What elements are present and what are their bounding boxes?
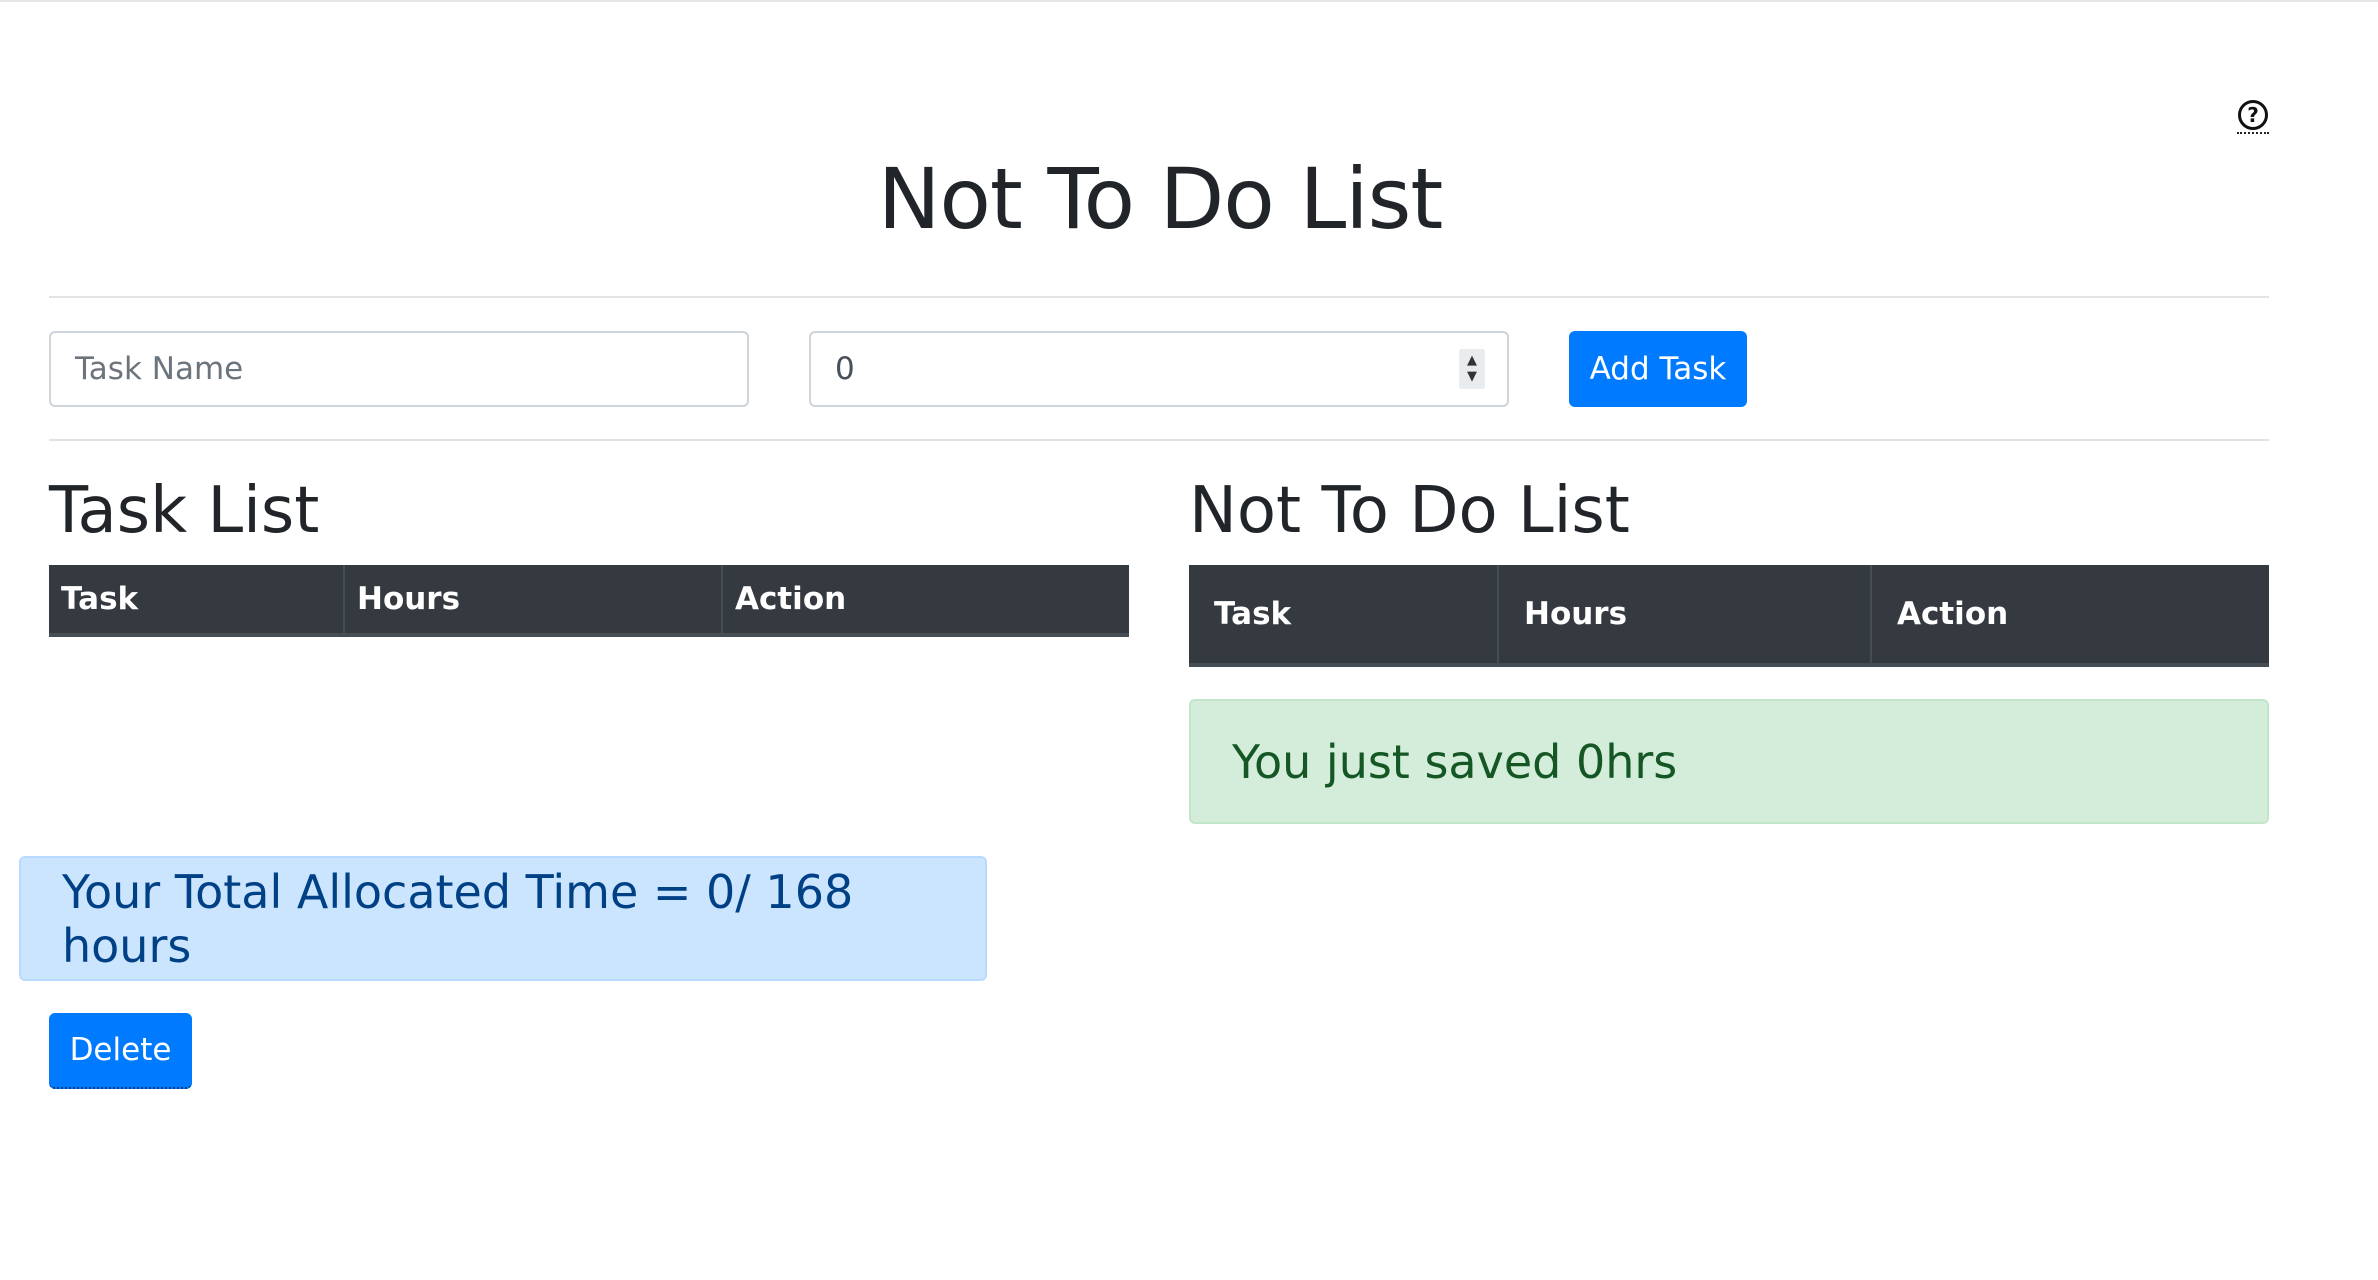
task-list-col-task: Task <box>49 565 345 637</box>
saved-hours-alert: You just saved 0hrs <box>1189 699 2269 824</box>
not-todo-list-title: Not To Do List <box>1189 474 1630 548</box>
delete-button[interactable]: Delete <box>49 1013 192 1089</box>
stepper-up-icon[interactable]: ▲ <box>1467 353 1477 369</box>
not-todo-col-task: Task <box>1189 565 1499 667</box>
not-todo-list-table: Task Hours Action <box>1189 565 2269 667</box>
task-name-input[interactable]: Task Name <box>49 331 749 407</box>
stepper-down-icon[interactable]: ▼ <box>1467 369 1477 385</box>
divider-middle <box>49 439 2269 441</box>
hours-value: 0 <box>835 351 855 387</box>
question-circle-icon: ? <box>2238 100 2268 130</box>
add-task-button[interactable]: Add Task <box>1569 331 1747 407</box>
not-todo-col-hours: Hours <box>1498 565 1872 667</box>
task-list-col-action: Action <box>722 565 1129 637</box>
divider-top <box>49 296 2269 298</box>
task-name-placeholder: Task Name <box>75 351 244 387</box>
help-button[interactable]: ? <box>2237 100 2269 134</box>
saved-hours-text: You just saved 0hrs <box>1232 734 1678 789</box>
task-list-table: Task Hours Action <box>49 565 1129 637</box>
page-title: Not To Do List <box>877 150 1444 248</box>
task-list-col-hours: Hours <box>344 565 723 637</box>
task-list-title: Task List <box>49 474 320 548</box>
top-border <box>0 0 2378 2</box>
hours-stepper[interactable]: ▲ ▼ <box>1459 349 1485 389</box>
not-todo-col-action: Action <box>1871 565 2269 667</box>
hours-input[interactable]: 0 ▲ ▼ <box>809 331 1509 407</box>
total-allocated-alert: Your Total Allocated Time = 0/ 168 hours <box>19 856 987 981</box>
total-allocated-text: Your Total Allocated Time = 0/ 168 hours <box>62 864 854 973</box>
